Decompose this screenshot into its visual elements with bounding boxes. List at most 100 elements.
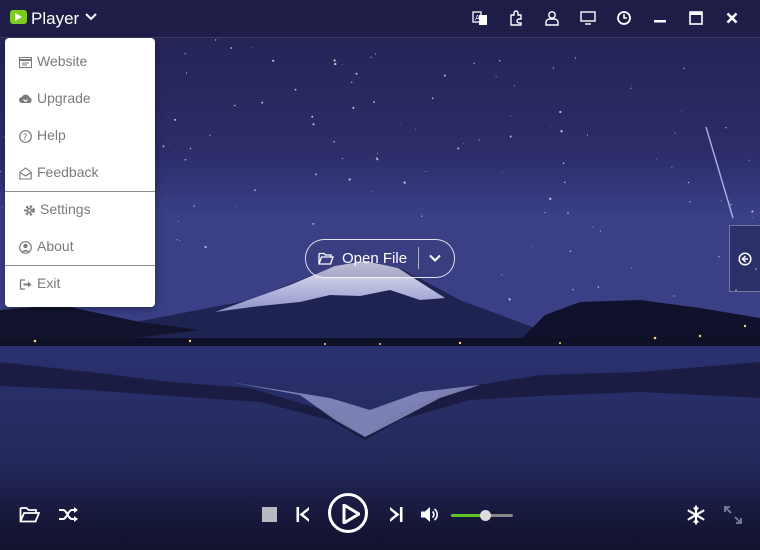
- user-icon[interactable]: [544, 10, 560, 26]
- svg-text:?: ?: [23, 133, 28, 143]
- star: [176, 239, 178, 241]
- star: [463, 143, 465, 145]
- menu-item-label: Help: [37, 127, 66, 143]
- star: [162, 145, 165, 148]
- star: [370, 56, 372, 58]
- open-file-button[interactable]: Open File: [305, 239, 455, 278]
- star: [718, 256, 720, 258]
- star: [415, 128, 417, 130]
- menu-item-exit[interactable]: Exit: [5, 269, 155, 299]
- minimize-icon[interactable]: [652, 10, 668, 26]
- menu-item-label: Feedback: [37, 164, 99, 180]
- star: [254, 189, 256, 192]
- gear-icon: [24, 205, 35, 216]
- stop-icon[interactable]: [262, 507, 277, 522]
- title-bar: [0, 0, 760, 38]
- star: [552, 67, 555, 69]
- menu-item-label: Settings: [40, 201, 91, 217]
- star: [597, 286, 600, 288]
- star: [517, 230, 519, 232]
- menu-item-settings[interactable]: Settings: [5, 195, 155, 225]
- monitor-icon[interactable]: [580, 10, 596, 26]
- chevron-down-icon[interactable]: [429, 254, 441, 263]
- star: [630, 85, 632, 86]
- menu-item-help[interactable]: ? Help: [5, 121, 155, 151]
- star: [311, 115, 314, 118]
- menu-item-label: About: [37, 238, 74, 254]
- app-title[interactable]: Player: [31, 9, 79, 29]
- translate-icon[interactable]: A: [472, 10, 488, 26]
- star: [498, 59, 501, 62]
- puzzle-icon[interactable]: [508, 10, 524, 26]
- star: [508, 298, 511, 301]
- volume-slider[interactable]: [451, 510, 513, 521]
- menu-item-upgrade[interactable]: Upgrade: [5, 84, 155, 114]
- star: [193, 205, 195, 207]
- menu-item-website[interactable]: Website: [5, 47, 155, 77]
- star: [2, 206, 4, 208]
- star: [214, 39, 217, 41]
- star: [728, 178, 730, 180]
- star: [720, 200, 722, 202]
- side-panel-toggle[interactable]: [729, 225, 760, 292]
- clock-icon[interactable]: [616, 10, 632, 26]
- star: [184, 158, 187, 161]
- chevron-down-icon[interactable]: [85, 12, 97, 22]
- star: [725, 127, 727, 129]
- star: [689, 201, 691, 203]
- star: [495, 76, 497, 78]
- star: [599, 230, 602, 232]
- previous-track-icon[interactable]: [296, 506, 310, 523]
- menu-item-label: Upgrade: [37, 90, 91, 106]
- help-circle-icon: ?: [19, 130, 32, 143]
- star: [312, 223, 315, 225]
- star: [560, 130, 563, 133]
- app-logo-icon[interactable]: [10, 10, 27, 24]
- star: [569, 250, 572, 253]
- close-icon[interactable]: [724, 10, 740, 26]
- star: [687, 181, 690, 184]
- star: [333, 59, 336, 62]
- star: [179, 240, 181, 242]
- star: [544, 212, 546, 214]
- maximize-icon[interactable]: [688, 10, 704, 26]
- star: [674, 132, 676, 134]
- star: [355, 72, 358, 75]
- menu-item-about[interactable]: About: [5, 232, 155, 262]
- menu-item-label: Website: [37, 53, 88, 69]
- snowflake-icon[interactable]: [686, 505, 706, 525]
- star: [751, 210, 754, 213]
- star: [234, 104, 236, 107]
- star: [656, 158, 657, 160]
- play-icon: [342, 504, 360, 524]
- fullscreen-icon[interactable]: [724, 506, 742, 524]
- volume-icon[interactable]: [420, 506, 439, 523]
- website-icon: [19, 57, 32, 68]
- star: [272, 59, 275, 62]
- play-button[interactable]: [328, 493, 368, 533]
- star: [425, 171, 427, 173]
- star: [334, 62, 337, 66]
- envelope-open-icon: [19, 167, 32, 180]
- menu-divider: [5, 265, 155, 266]
- star: [372, 191, 374, 192]
- star: [376, 152, 378, 154]
- star: [671, 166, 673, 168]
- star: [550, 126, 552, 127]
- star: [501, 274, 503, 276]
- cloud-download-icon: [19, 94, 32, 103]
- svg-text:A: A: [475, 14, 480, 22]
- next-track-icon[interactable]: [389, 506, 403, 523]
- star: [630, 87, 632, 89]
- menu-item-feedback[interactable]: Feedback: [5, 158, 155, 188]
- shuffle-icon[interactable]: [58, 506, 78, 523]
- star: [431, 97, 434, 100]
- star: [564, 181, 566, 184]
- star: [673, 295, 675, 297]
- star: [352, 106, 355, 109]
- star: [574, 57, 577, 59]
- open-folder-icon[interactable]: [19, 506, 40, 523]
- star: [752, 217, 754, 219]
- star: [630, 267, 632, 269]
- star: [562, 162, 565, 164]
